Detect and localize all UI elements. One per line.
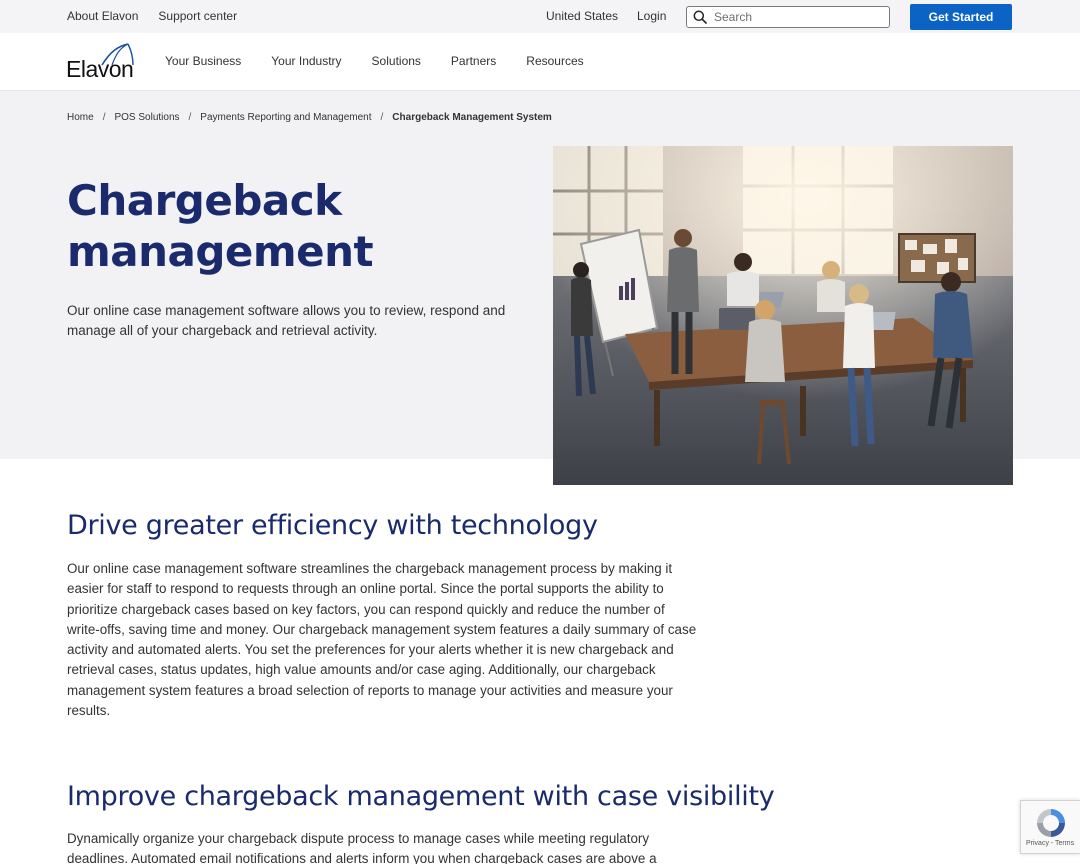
recaptcha-badge[interactable]: Privacy - Terms bbox=[1020, 800, 1080, 854]
utility-bar: About Elavon Support center United State… bbox=[0, 0, 1080, 33]
section-heading-efficiency: Drive greater efficiency with technology bbox=[67, 510, 598, 541]
primary-nav: Your Business Your Industry Solutions Pa… bbox=[165, 54, 614, 68]
section-body-efficiency: Our online case management software stre… bbox=[67, 561, 697, 719]
login-link[interactable]: Login bbox=[637, 9, 666, 23]
search-input[interactable] bbox=[714, 10, 884, 24]
section-body-visibility: Dynamically organize your chargeback dis… bbox=[67, 831, 657, 864]
page-title-line2: management bbox=[67, 227, 374, 276]
hero-image bbox=[553, 146, 1013, 485]
recaptcha-icon bbox=[1037, 809, 1065, 837]
logo-text: Elavon bbox=[66, 56, 134, 82]
hero-intro: Our online case management software allo… bbox=[67, 303, 506, 338]
main-nav: Elavon Your Business Your Industry Solut… bbox=[0, 33, 1080, 91]
nav-solutions[interactable]: Solutions bbox=[372, 54, 421, 68]
breadcrumb: Home / POS Solutions / Payments Reportin… bbox=[67, 112, 552, 123]
about-link[interactable]: About Elavon bbox=[67, 9, 138, 23]
nav-partners[interactable]: Partners bbox=[451, 54, 496, 68]
breadcrumb-payments-reporting[interactable]: Payments Reporting and Management bbox=[200, 112, 371, 123]
support-link[interactable]: Support center bbox=[158, 9, 237, 23]
search-box[interactable] bbox=[686, 6, 890, 28]
breadcrumb-home[interactable]: Home bbox=[67, 112, 94, 123]
search-icon bbox=[693, 10, 707, 24]
section-heading-visibility: Improve chargeback management with case … bbox=[67, 781, 775, 812]
nav-resources[interactable]: Resources bbox=[526, 54, 583, 68]
nav-your-business[interactable]: Your Business bbox=[165, 54, 241, 68]
recaptcha-links[interactable]: Privacy - Terms bbox=[1026, 840, 1074, 847]
elavon-logo[interactable]: Elavon bbox=[66, 42, 138, 82]
region-selector[interactable]: United States bbox=[546, 9, 618, 23]
page-title-line1: Chargeback bbox=[67, 176, 342, 225]
get-started-button[interactable]: Get Started bbox=[910, 4, 1012, 30]
breadcrumb-separator: / bbox=[380, 112, 384, 123]
breadcrumb-separator: / bbox=[102, 112, 106, 123]
utility-links: About Elavon Support center bbox=[67, 9, 237, 23]
nav-your-industry[interactable]: Your Industry bbox=[271, 54, 341, 68]
page-title: Chargeback management bbox=[67, 175, 487, 277]
breadcrumb-separator: / bbox=[188, 112, 192, 123]
breadcrumb-pos-solutions[interactable]: POS Solutions bbox=[114, 112, 179, 123]
breadcrumb-current: Chargeback Management System bbox=[392, 112, 552, 123]
